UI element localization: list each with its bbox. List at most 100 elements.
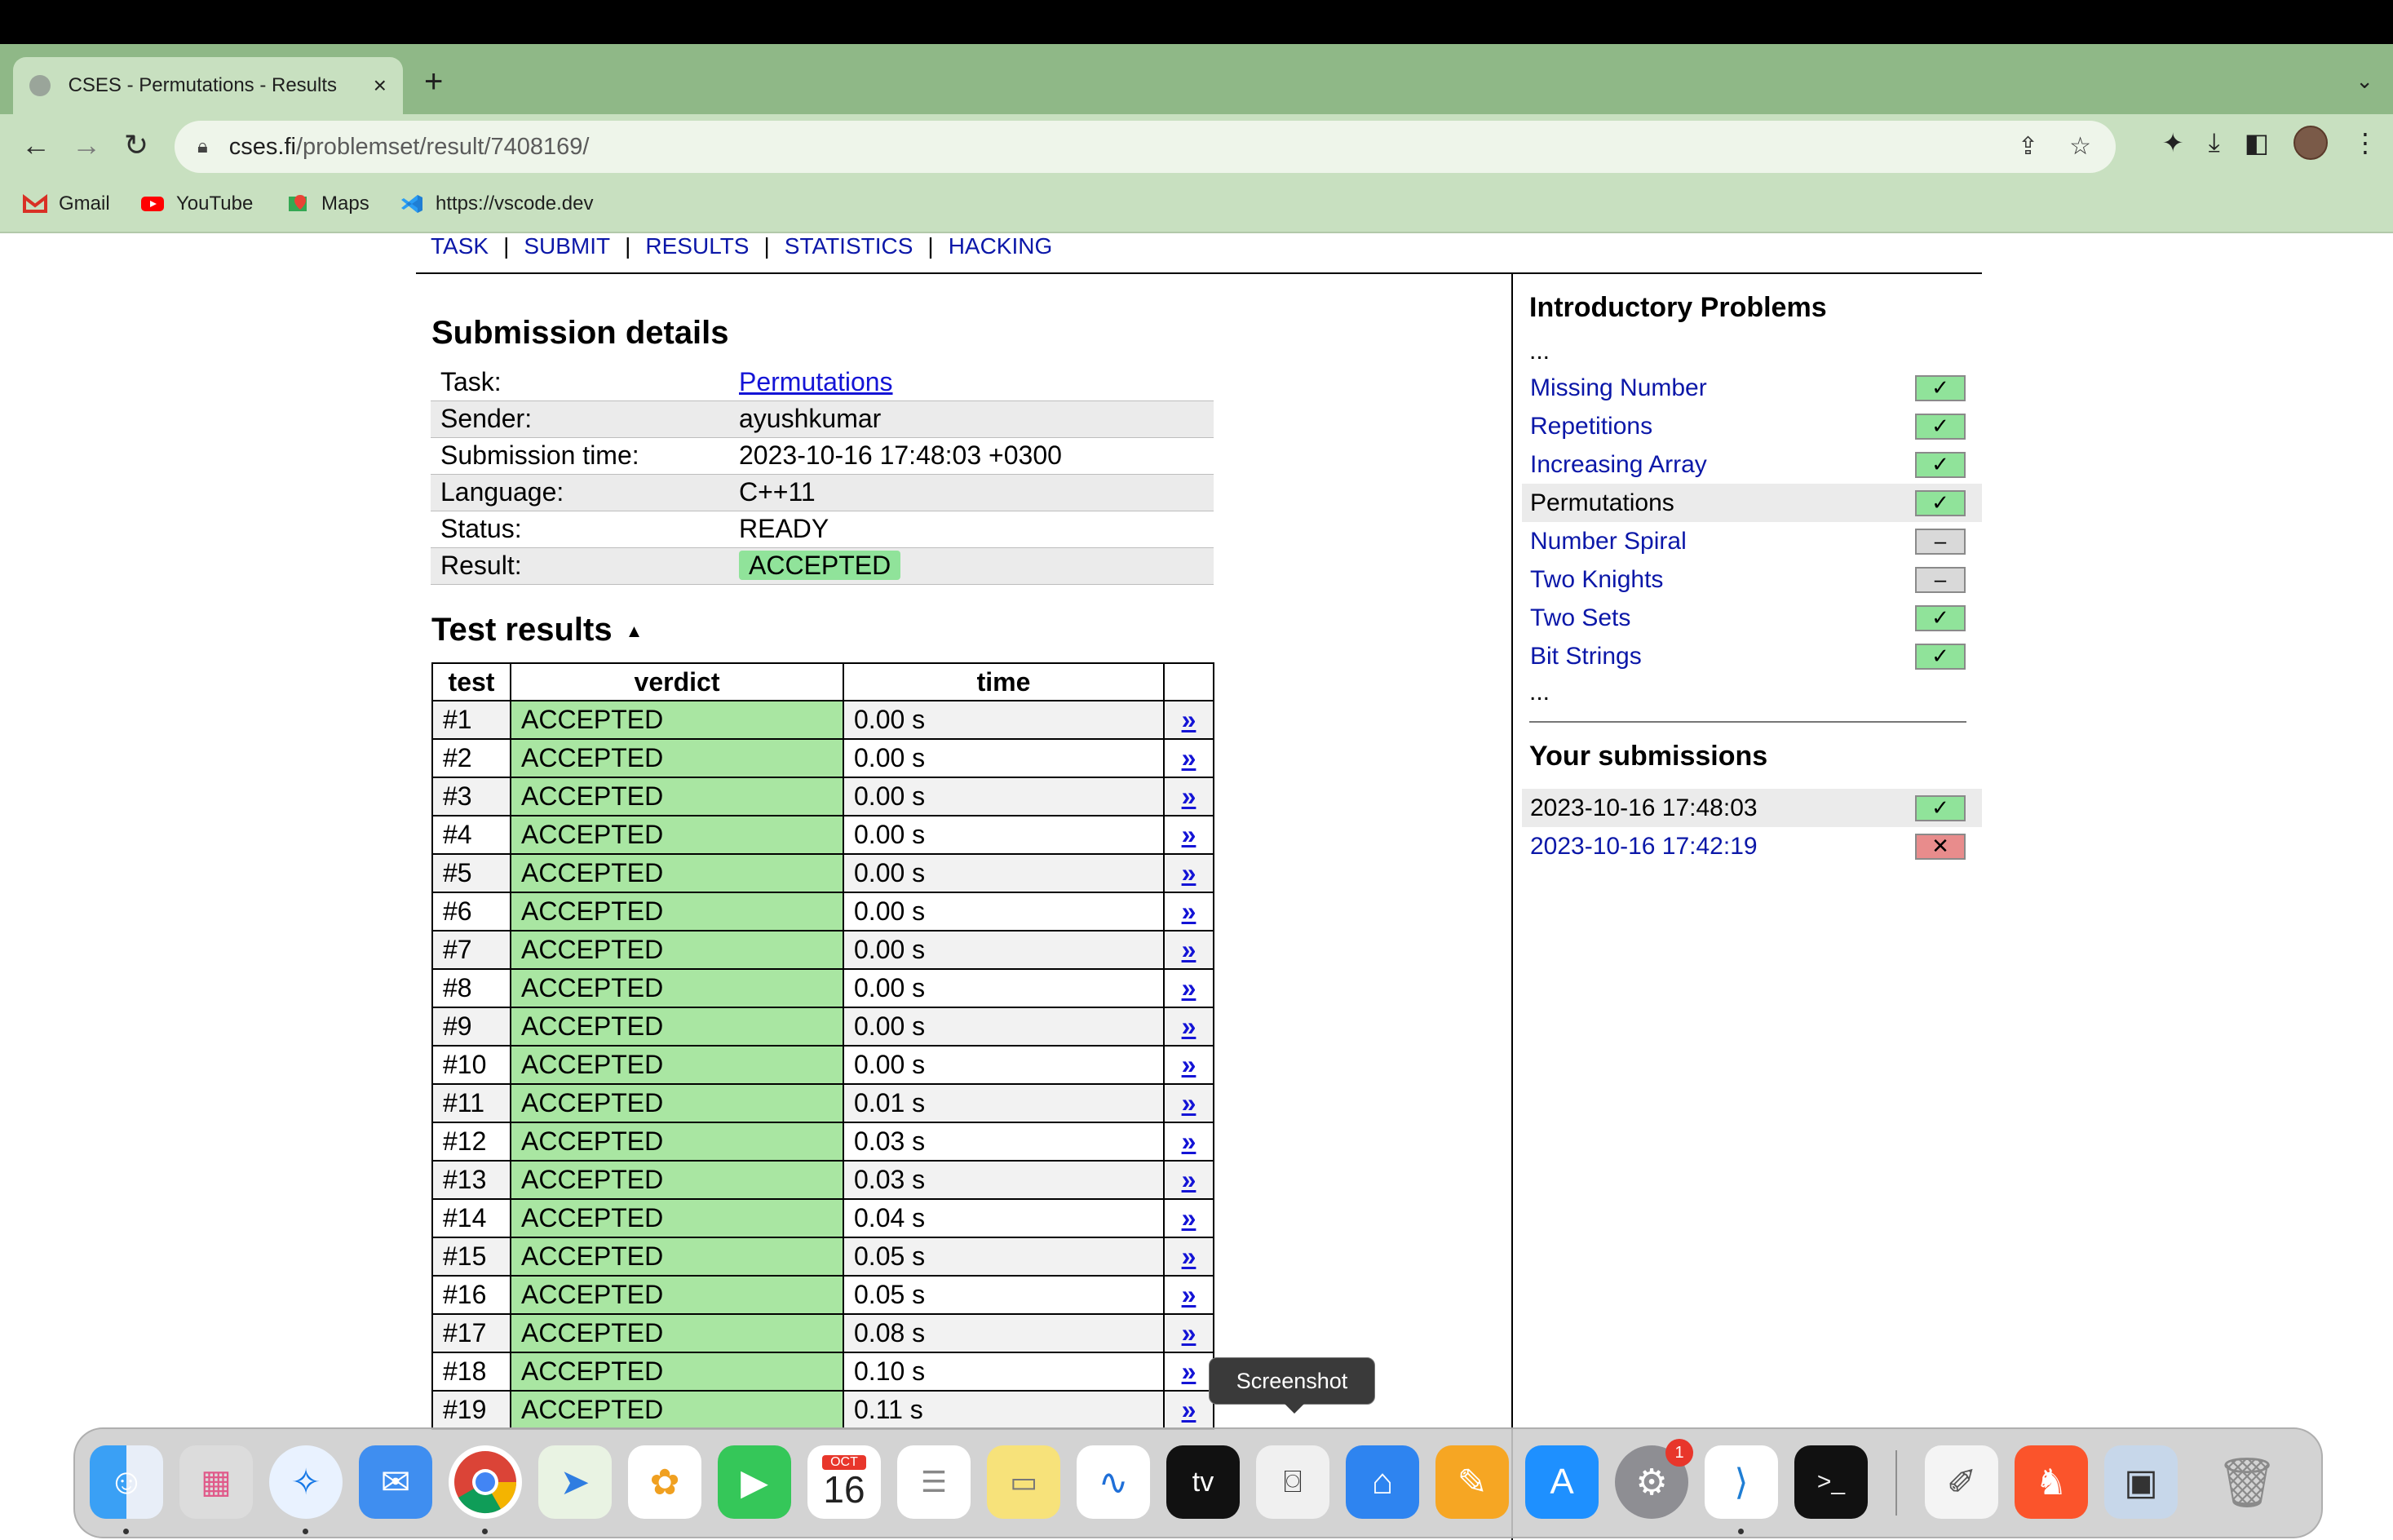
test-verdict: ACCEPTED — [510, 853, 844, 893]
test-details-link[interactable]: » — [1163, 853, 1214, 893]
problem-item[interactable]: Repetitions ✓ — [1522, 407, 1982, 445]
task-link[interactable]: Permutations — [739, 367, 893, 396]
tab-search-chevron-icon[interactable]: ⌄ — [2355, 69, 2373, 94]
test-details-link[interactable]: » — [1163, 1045, 1214, 1085]
finder-icon[interactable]: ☺ — [90, 1445, 163, 1519]
test-row: #11 ACCEPTED 0.01 s» — [431, 1083, 1214, 1123]
test-details-link[interactable]: » — [1163, 1275, 1214, 1315]
screenshot-app-icon[interactable]: ⌼ — [1256, 1445, 1329, 1519]
freeform-icon[interactable]: ∿ — [1077, 1445, 1150, 1519]
maps-app-icon[interactable]: ➤ — [538, 1445, 612, 1519]
safari-icon[interactable]: ✧ — [269, 1445, 343, 1519]
nav-results-link[interactable]: RESULTS — [645, 233, 749, 259]
reload-icon[interactable]: ↻ — [124, 129, 148, 162]
mail-icon[interactable]: ✉ — [359, 1445, 432, 1519]
download-icon[interactable]: ⤓ — [2209, 127, 2220, 158]
test-details-link[interactable]: » — [1163, 738, 1214, 778]
test-details-link[interactable]: » — [1163, 700, 1214, 740]
extensions-puzzle-icon[interactable]: ✦ — [2162, 127, 2184, 158]
test-row: #18 ACCEPTED 0.10 s» — [431, 1352, 1214, 1392]
app-store-icon[interactable]: A — [1525, 1445, 1599, 1519]
test-verdict: ACCEPTED — [510, 1160, 844, 1200]
profile-avatar[interactable] — [2293, 126, 2328, 160]
keynote-icon[interactable]: ⌂ — [1346, 1445, 1419, 1519]
nav-hacking-link[interactable]: HACKING — [949, 233, 1053, 259]
bookmark-youtube[interactable]: YouTube — [140, 192, 253, 215]
browser-tab[interactable]: CSES - Permutations - Results × — [13, 57, 403, 114]
textedit-icon[interactable]: ✐ — [1925, 1445, 1998, 1519]
bookmark-gmail[interactable]: Gmail — [23, 192, 110, 215]
problem-name: Two Sets — [1530, 604, 1631, 631]
problem-item[interactable]: Number Spiral – — [1522, 522, 1982, 560]
vscode-icon — [401, 195, 422, 213]
test-details-link[interactable]: » — [1163, 1122, 1214, 1162]
problem-item[interactable]: Increasing Array ✓ — [1522, 445, 1982, 484]
globe-icon — [29, 75, 51, 96]
preview-icon[interactable]: ▣ — [2104, 1445, 2178, 1519]
url-text[interactable]: cses.fi/problemset/result/7408169/ — [229, 134, 590, 161]
test-details-link[interactable]: » — [1163, 930, 1214, 970]
collapse-arrow-icon[interactable]: ▲ — [626, 621, 644, 641]
test-details-link[interactable]: » — [1163, 1390, 1214, 1430]
address-bar[interactable]: 🔒︎ cses.fi/problemset/result/7408169/ ⇪ … — [175, 121, 2116, 173]
problem-item[interactable]: Two Knights – — [1522, 560, 1982, 599]
test-row: #10 ACCEPTED 0.00 s» — [431, 1045, 1214, 1085]
calendar-icon[interactable]: OCT 16 — [807, 1445, 881, 1519]
test-details-link[interactable]: » — [1163, 1313, 1214, 1353]
test-verdict: ACCEPTED — [510, 1198, 844, 1238]
screenshot-tooltip: Screenshot — [1209, 1357, 1375, 1414]
nav-task-link[interactable]: TASK — [431, 233, 489, 259]
test-row: #19 ACCEPTED 0.11 s» — [431, 1390, 1214, 1430]
nav-statistics-link[interactable]: STATISTICS — [785, 233, 913, 259]
test-details-link[interactable]: » — [1163, 1007, 1214, 1047]
brave-icon[interactable]: ♞ — [2015, 1445, 2088, 1519]
test-time: 0.00 s — [843, 892, 1165, 932]
system-settings-icon[interactable]: ⚙ 1 — [1615, 1439, 1693, 1519]
new-tab-button[interactable]: + — [424, 65, 443, 98]
test-results-heading[interactable]: Test results ▲ — [431, 612, 643, 648]
problem-item[interactable]: Missing Number ✓ — [1522, 369, 1982, 407]
bookmark-maps[interactable]: Maps — [285, 192, 369, 215]
test-details-link[interactable]: » — [1163, 815, 1214, 855]
vscode-app-icon[interactable]: ⟩ — [1705, 1445, 1778, 1519]
menu-kebab-icon[interactable]: ⋮ — [2352, 127, 2378, 158]
problem-item[interactable]: Bit Strings ✓ — [1522, 637, 1982, 675]
apple-tv-icon[interactable]: tv — [1166, 1445, 1240, 1519]
test-details-link[interactable]: » — [1163, 1083, 1214, 1123]
pages-icon[interactable]: ✎ — [1435, 1445, 1509, 1519]
lock-icon[interactable]: 🔒︎ — [197, 135, 208, 158]
trash-icon[interactable]: 🗑︎ — [2210, 1445, 2284, 1519]
test-details-link[interactable]: » — [1163, 1352, 1214, 1392]
test-details-link[interactable]: » — [1163, 1237, 1214, 1277]
test-verdict: ACCEPTED — [510, 1045, 844, 1085]
forward-arrow-icon[interactable]: → — [72, 129, 101, 162]
terminal-icon[interactable]: >_ — [1794, 1445, 1868, 1519]
detail-value: ayushkumar — [729, 400, 1214, 438]
submission-item[interactable]: 2023-10-16 17:42:19 ✕ — [1522, 827, 1982, 865]
facetime-icon[interactable]: ▶ — [718, 1445, 791, 1519]
bookmark-label: Maps — [321, 192, 369, 215]
bookmark-star-icon[interactable]: ☆ — [2069, 132, 2091, 161]
tab-close-icon[interactable]: × — [374, 73, 387, 99]
status-mark: ✓ — [1915, 643, 1966, 670]
launchpad-icon[interactable]: ▦ — [179, 1445, 253, 1519]
bookmark-vscode[interactable]: https://vscode.dev — [400, 192, 593, 215]
test-details-link[interactable]: » — [1163, 968, 1214, 1008]
notes-icon[interactable]: ▭ — [987, 1445, 1060, 1519]
back-arrow-icon[interactable]: ← — [21, 129, 51, 162]
problem-item[interactable]: Two Sets ✓ — [1522, 599, 1982, 637]
reminders-icon[interactable]: ☰ — [897, 1445, 971, 1519]
test-details-link[interactable]: » — [1163, 892, 1214, 932]
detail-value: C++11 — [729, 474, 1214, 511]
sidebar-separator — [1529, 721, 1966, 723]
test-number: #10 — [431, 1045, 511, 1085]
chrome-icon[interactable] — [449, 1445, 522, 1519]
side-panel-icon[interactable]: ◧ — [2245, 127, 2269, 158]
photos-icon[interactable]: ✿ — [628, 1445, 701, 1519]
share-icon[interactable]: ⇪ — [2018, 132, 2038, 161]
test-verdict: ACCEPTED — [510, 1122, 844, 1162]
nav-submit-link[interactable]: SUBMIT — [524, 233, 610, 259]
test-details-link[interactable]: » — [1163, 1198, 1214, 1238]
test-details-link[interactable]: » — [1163, 1160, 1214, 1200]
test-details-link[interactable]: » — [1163, 777, 1214, 816]
